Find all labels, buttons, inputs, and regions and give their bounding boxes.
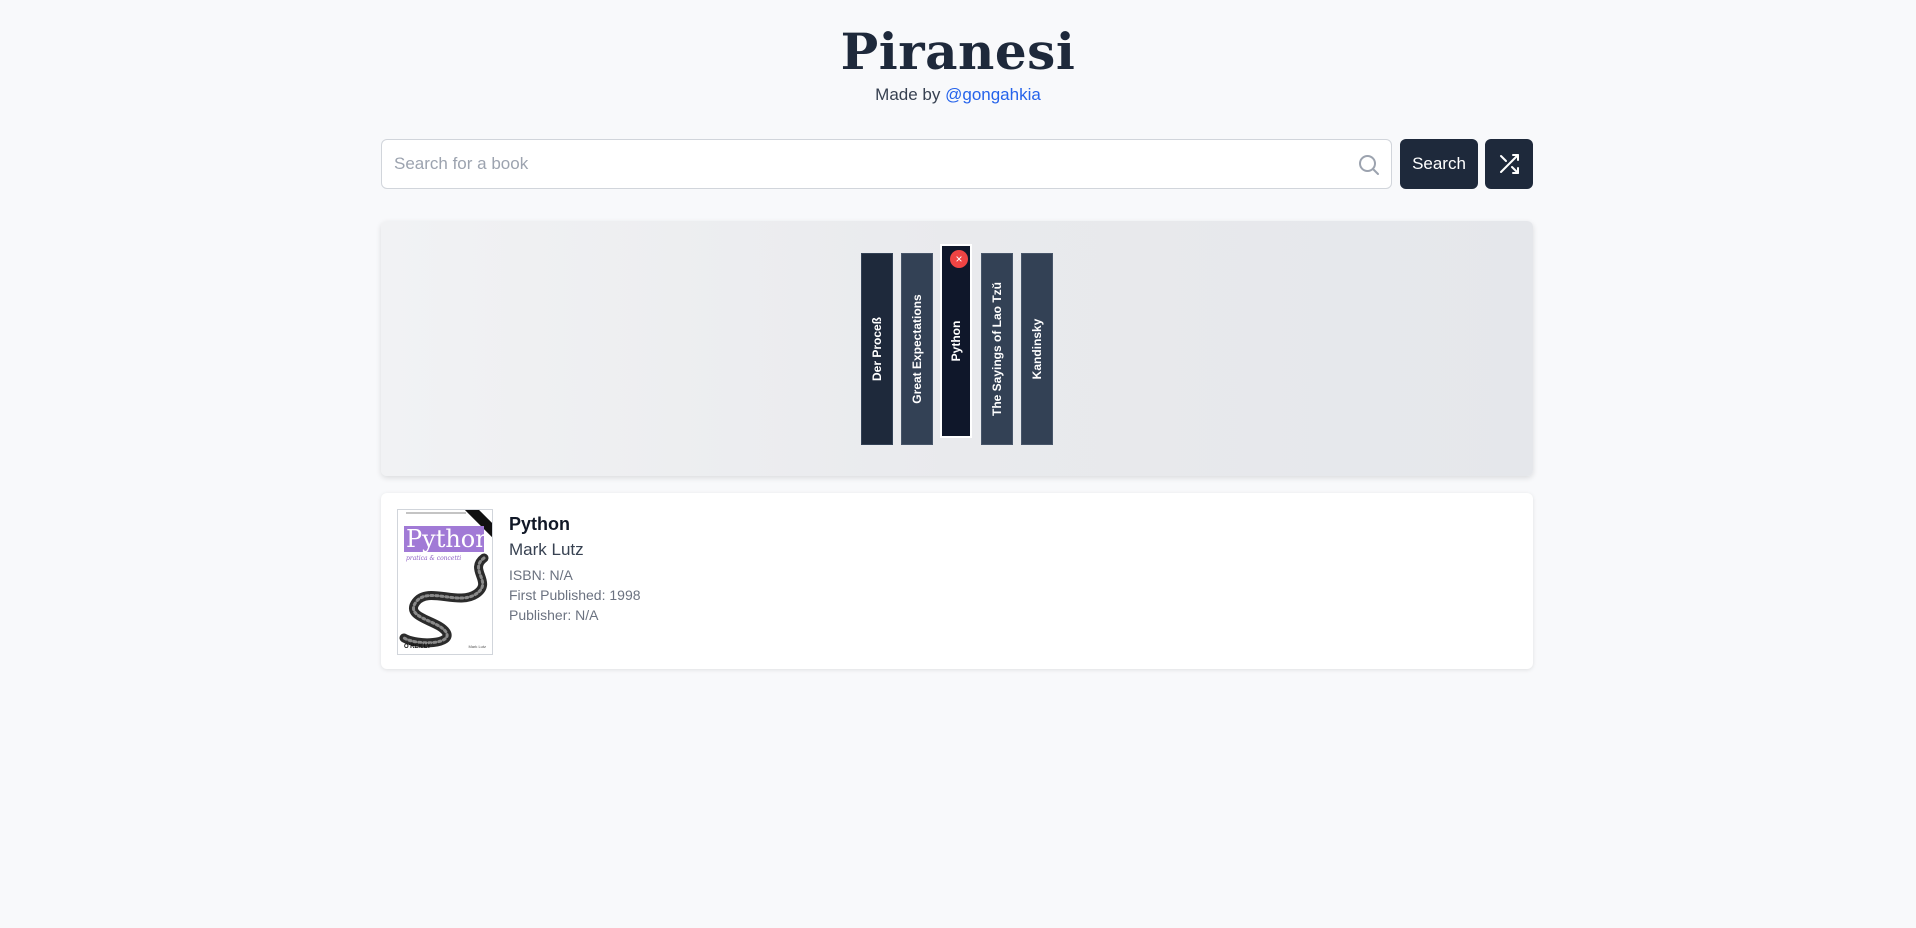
search-input[interactable] xyxy=(394,140,1334,188)
book-title: Python xyxy=(509,514,570,534)
python-snake-illustration xyxy=(399,553,489,648)
search-button[interactable]: Search xyxy=(1400,139,1478,189)
search-icon[interactable] xyxy=(1357,153,1381,177)
book-spine-python[interactable]: Python × xyxy=(940,244,972,438)
spine-label: Der Proceß xyxy=(870,316,884,382)
shuffle-button[interactable] xyxy=(1485,139,1533,189)
book-spine-kandinsky[interactable]: Kandinsky xyxy=(1021,253,1053,445)
book-author: Mark Lutz xyxy=(509,540,584,559)
spine-label: Great Expectations xyxy=(910,294,924,404)
search-box xyxy=(381,139,1392,189)
book-cover-image: Python pratica & concetti O'REILLY Mark … xyxy=(397,509,493,655)
spine-label: Kandinsky xyxy=(1030,318,1044,380)
bookshelf: Der Proceß Great Expectations Python × T… xyxy=(381,221,1533,476)
book-isbn: ISBN: N/A xyxy=(509,567,573,583)
book-first-published: First Published: 1998 xyxy=(509,587,641,603)
byline: Made by @gongahkia xyxy=(0,84,1916,106)
book-publisher: Publisher: N/A xyxy=(509,607,599,623)
byline-prefix: Made by xyxy=(875,85,941,104)
spine-label: The Sayings of Lao Tzŭ xyxy=(990,281,1004,417)
cover-author-mark: Mark Lutz xyxy=(468,644,486,649)
shuffle-icon xyxy=(1500,154,1519,174)
cover-publisher-mark: O'REILLY xyxy=(404,644,431,650)
book-spine-sayings-of-lao-tzu[interactable]: The Sayings of Lao Tzŭ xyxy=(981,253,1013,445)
book-detail-card: Python pratica & concetti O'REILLY Mark … xyxy=(381,493,1533,669)
spine-label: Python xyxy=(949,320,963,362)
page-title: Piranesi xyxy=(840,22,1076,81)
search-row: Search xyxy=(381,139,1533,189)
book-spine-der-process[interactable]: Der Proceß xyxy=(861,253,893,445)
book-spine-great-expectations[interactable]: Great Expectations xyxy=(901,253,933,445)
author-link[interactable]: @gongahkia xyxy=(945,85,1041,104)
remove-book-icon[interactable]: × xyxy=(950,250,968,268)
